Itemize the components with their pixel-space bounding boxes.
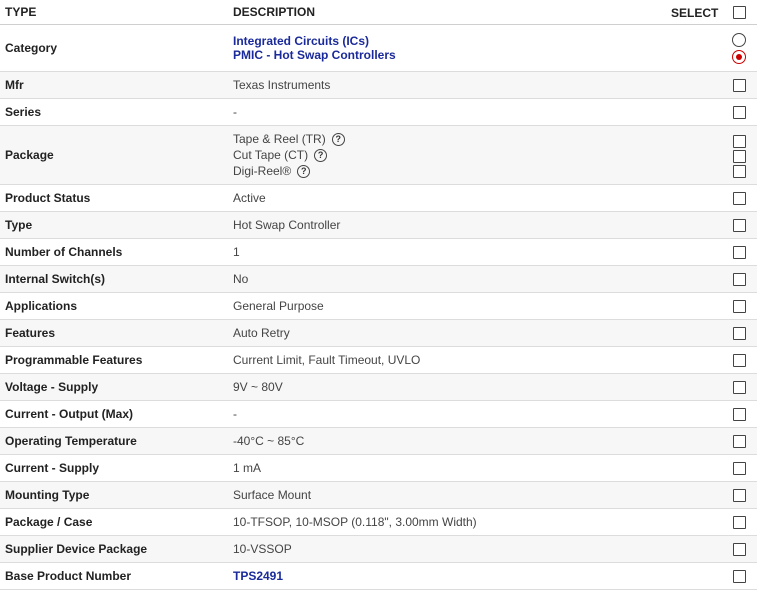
row-value: Surface Mount [233, 488, 312, 502]
row-checkbox[interactable] [733, 354, 746, 367]
table-row: Mfr Texas Instruments [0, 72, 757, 99]
table-row: Internal Switch(s) No [0, 266, 757, 293]
category-select-cell [669, 25, 757, 71]
table-row: Package / Case 10-TFSOP, 10-MSOP (0.118"… [0, 509, 757, 536]
row-value: No [233, 272, 249, 286]
row-checkbox[interactable] [733, 219, 746, 232]
table-row: Type Hot Swap Controller [0, 212, 757, 239]
row-checkbox[interactable] [733, 570, 746, 583]
row-label: Features [5, 326, 56, 340]
row-value: -40°C ~ 85°C [233, 434, 305, 448]
package-checkbox-ct[interactable] [733, 150, 746, 163]
question-circle-icon[interactable]: ? [331, 132, 345, 146]
table-row: Number of Channels 1 [0, 239, 757, 266]
category-radio-ics[interactable] [732, 33, 746, 47]
row-label: Supplier Device Package [5, 542, 148, 556]
row-value: Texas Instruments [233, 78, 331, 92]
table-row: Operating Temperature -40°C ~ 85°C [0, 428, 757, 455]
question-circle-icon[interactable]: ? [297, 164, 311, 178]
row-checkbox[interactable] [733, 543, 746, 556]
table-row: Programmable Features Current Limit, Fau… [0, 347, 757, 374]
row-label: Voltage - Supply [5, 380, 99, 394]
category-links: Integrated Circuits (ICs) PMIC - Hot Swa… [229, 34, 669, 62]
row-label: Current - Supply [5, 461, 100, 475]
table-row-package: Package Tape & Reel (TR) ? Cut Tape (CT)… [0, 126, 757, 185]
row-value: - [233, 407, 237, 421]
table-row: Features Auto Retry [0, 320, 757, 347]
row-value: 1 mA [233, 461, 262, 475]
category-radio-hot-swap[interactable] [732, 50, 746, 64]
row-checkbox[interactable] [733, 327, 746, 340]
row-label: Type [5, 218, 33, 232]
header-select-cell: SELECT [669, 0, 757, 24]
header-select: SELECT [671, 6, 719, 20]
table-row-category: Category Integrated Circuits (ICs) PMIC … [0, 25, 757, 72]
table-row: Applications General Purpose [0, 293, 757, 320]
row-label: Package / Case [5, 515, 93, 529]
row-label: Product Status [5, 191, 91, 205]
category-link-hot-swap[interactable]: PMIC - Hot Swap Controllers [233, 48, 669, 62]
table-row: Series - [0, 99, 757, 126]
row-label: Current - Output (Max) [5, 407, 133, 421]
package-checkbox-digireel[interactable] [733, 165, 746, 178]
row-value: General Purpose [233, 299, 324, 313]
table-row: Base Product Number TPS2491 [0, 563, 757, 590]
row-checkbox[interactable] [733, 192, 746, 205]
row-checkbox[interactable] [733, 246, 746, 259]
package-options: Tape & Reel (TR) ? Cut Tape (CT) ? Digi-… [229, 131, 669, 179]
row-label: Package [5, 148, 54, 162]
table-row: Mounting Type Surface Mount [0, 482, 757, 509]
row-checkbox[interactable] [733, 300, 746, 313]
row-value: 1 [233, 245, 240, 259]
row-checkbox[interactable] [733, 408, 746, 421]
table-header: TYPE DESCRIPTION SELECT [0, 0, 757, 25]
header-type: TYPE [5, 5, 37, 19]
row-value: Auto Retry [233, 326, 290, 340]
row-label: Category [5, 41, 58, 55]
row-label: Mfr [5, 78, 24, 92]
row-value: 10-VSSOP [233, 542, 292, 556]
row-label: Number of Channels [5, 245, 123, 259]
row-label: Programmable Features [5, 353, 143, 367]
row-checkbox[interactable] [733, 516, 746, 529]
row-value: 10-TFSOP, 10-MSOP (0.118", 3.00mm Width) [233, 515, 477, 529]
table-row: Current - Output (Max) - [0, 401, 757, 428]
row-label: Operating Temperature [5, 434, 137, 448]
package-option-label: Cut Tape (CT) [233, 148, 309, 162]
row-value: 9V ~ 80V [233, 380, 283, 394]
row-label: Applications [5, 299, 78, 313]
table-row: Product Status Active [0, 185, 757, 212]
row-value: Hot Swap Controller [233, 218, 341, 232]
row-label: Internal Switch(s) [5, 272, 106, 286]
table-row: Supplier Device Package 10-VSSOP [0, 536, 757, 563]
base-product-link[interactable]: TPS2491 [233, 569, 283, 583]
row-value: - [233, 105, 237, 119]
header-description: DESCRIPTION [233, 5, 316, 19]
product-attributes-table: TYPE DESCRIPTION SELECT Category Integra… [0, 0, 757, 590]
package-checkbox-tr[interactable] [733, 135, 746, 148]
row-checkbox[interactable] [733, 79, 746, 92]
row-value: Current Limit, Fault Timeout, UVLO [233, 353, 421, 367]
row-checkbox[interactable] [733, 381, 746, 394]
row-label: Base Product Number [5, 569, 132, 583]
table-row: Voltage - Supply 9V ~ 80V [0, 374, 757, 401]
row-label: Series [5, 105, 42, 119]
row-label: Mounting Type [5, 488, 90, 502]
table-row: Current - Supply 1 mA [0, 455, 757, 482]
row-checkbox[interactable] [733, 273, 746, 286]
row-checkbox[interactable] [733, 106, 746, 119]
row-value: Active [233, 191, 266, 205]
row-checkbox[interactable] [733, 489, 746, 502]
package-option-label: Tape & Reel (TR) [233, 132, 326, 146]
category-link-ics[interactable]: Integrated Circuits (ICs) [233, 34, 669, 48]
row-checkbox[interactable] [733, 435, 746, 448]
select-all-checkbox[interactable] [733, 6, 746, 19]
package-option-label: Digi-Reel® [233, 164, 292, 178]
question-circle-icon[interactable]: ? [314, 148, 328, 162]
row-checkbox[interactable] [733, 462, 746, 475]
